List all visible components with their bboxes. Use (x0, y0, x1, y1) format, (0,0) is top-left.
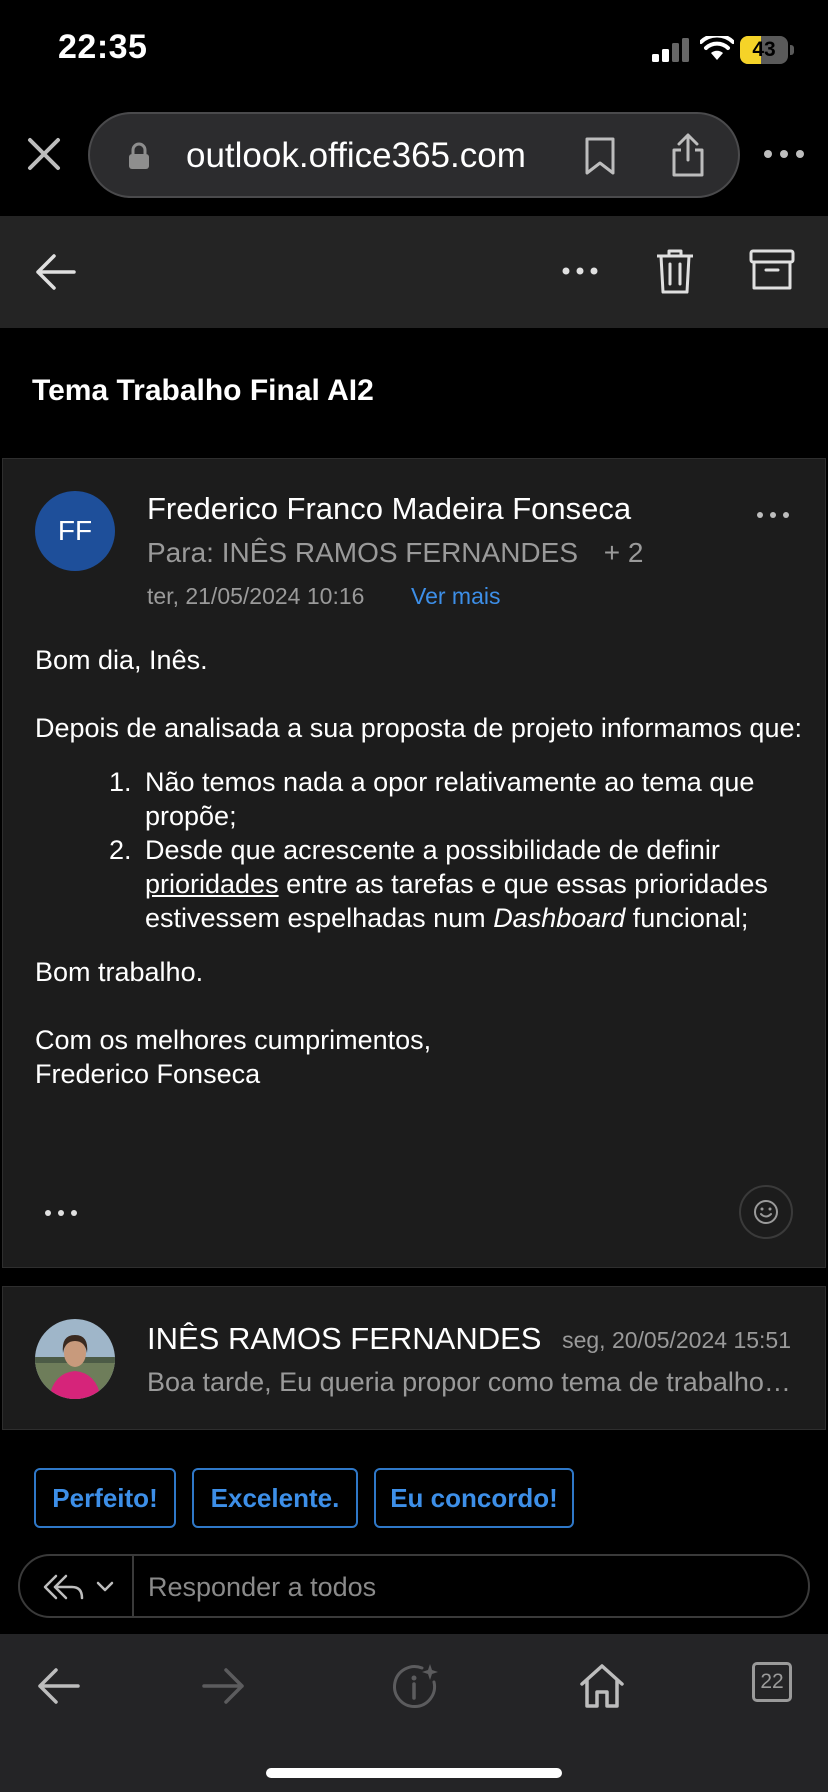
quick-replies: Perfeito! Excelente. Eu concordo! (0, 1444, 828, 1528)
show-quoted-text-icon[interactable] (43, 1207, 79, 1219)
delete-icon[interactable] (654, 246, 696, 296)
browser-more-icon[interactable] (762, 140, 806, 168)
battery-percentage: 43 (752, 38, 776, 61)
message-more-icon[interactable] (755, 507, 791, 523)
recipient-name: INÊS RAMOS FERNANDES (221, 537, 578, 568)
avatar[interactable] (35, 1319, 115, 1399)
smiley-icon (754, 1200, 778, 1224)
previous-date: seg, 20/05/2024 15:51 (562, 1327, 791, 1353)
list-text: funcional; (625, 903, 749, 933)
url-text: outlook.office365.com (186, 136, 526, 175)
avatar[interactable]: FF (35, 491, 115, 571)
quick-reply-excelente[interactable]: Excelente. (192, 1468, 358, 1528)
list-text: Não temos nada a opor relativamente ao t… (145, 767, 755, 831)
previous-snippet: Boa tarde, Eu queria propor como tema de… (147, 1367, 791, 1397)
signature: Frederico Fonseca (35, 1059, 261, 1089)
browser-toolbar: 22 (0, 1634, 828, 1792)
list-number: 2. (109, 835, 132, 865)
email-subject: Tema Trabalho Final AI2 (32, 374, 374, 407)
reply-input[interactable]: Responder a todos (148, 1572, 376, 1603)
lock-icon (129, 142, 149, 169)
quick-reply-eu-concordo[interactable]: Eu concordo! (374, 1468, 574, 1528)
share-icon[interactable] (670, 132, 706, 178)
sender-name[interactable]: Frederico Franco Madeira Fonseca (147, 491, 631, 527)
list-item: 2. Desde que acrescente a possibilidade … (35, 833, 805, 935)
home-icon[interactable] (576, 1660, 628, 1712)
url-field[interactable]: outlook.office365.com (88, 112, 740, 198)
browser-address-bar: outlook.office365.com (0, 100, 828, 216)
bookmark-icon[interactable] (584, 136, 616, 176)
to-label: Para: (147, 537, 214, 568)
reaction-button[interactable] (739, 1185, 793, 1239)
cellular-signal-icon (652, 38, 689, 62)
status-time: 22:35 (58, 28, 148, 66)
close-icon[interactable] (22, 132, 66, 176)
list-number: 1. (109, 767, 132, 797)
quick-reply-perfeito[interactable]: Perfeito! (34, 1468, 176, 1528)
intro-paragraph: Depois de analisada a sua proposta de pr… (35, 713, 802, 743)
reply-mode-button[interactable] (20, 1556, 134, 1616)
tabs-button[interactable]: 22 (752, 1662, 792, 1702)
home-indicator (266, 1768, 562, 1778)
page-info-icon[interactable] (390, 1660, 442, 1712)
browser-forward-icon[interactable] (198, 1660, 250, 1712)
extra-recipients: + 2 (603, 537, 644, 568)
recipients[interactable]: Para: INÊS RAMOS FERNANDES + 2 (147, 537, 643, 569)
email-toolbar (0, 216, 828, 328)
email-message: FF Frederico Franco Madeira Fonseca Para… (2, 458, 826, 1268)
battery-icon: 43 (740, 36, 794, 64)
profile-photo (35, 1319, 115, 1399)
email-subject-header: Tema Trabalho Final AI2 (0, 328, 828, 456)
previous-sender-name: INÊS RAMOS FERNANDES (147, 1321, 542, 1356)
browser-back-icon[interactable] (32, 1660, 84, 1712)
see-more-link[interactable]: Ver mais (411, 583, 500, 610)
underlined-text: prioridades (145, 869, 279, 899)
archive-icon[interactable] (748, 248, 796, 292)
previous-message[interactable]: INÊS RAMOS FERNANDES seg, 20/05/2024 15:… (2, 1286, 826, 1430)
status-bar: 22:35 43 (0, 0, 828, 100)
email-body: Bom dia, Inês. Depois de analisada a sua… (35, 643, 805, 1091)
closing-line: Bom trabalho. (35, 957, 204, 987)
reply-bar: Responder a todos (18, 1554, 810, 1618)
greeting: Bom dia, Inês. (35, 645, 208, 675)
more-options-icon[interactable] (560, 256, 600, 286)
wifi-icon (700, 36, 734, 60)
list-text: Desde que acrescente a possibilidade de … (145, 835, 720, 865)
closing-salutation: Com os melhores cumprimentos, (35, 1025, 432, 1055)
email-date: ter, 21/05/2024 10:16 (147, 583, 365, 609)
reply-all-icon (43, 1574, 114, 1600)
list-item: 1. Não temos nada a opor relativamente a… (35, 765, 805, 833)
italic-text: Dashboard (493, 903, 626, 933)
back-arrow-icon[interactable] (34, 252, 78, 292)
